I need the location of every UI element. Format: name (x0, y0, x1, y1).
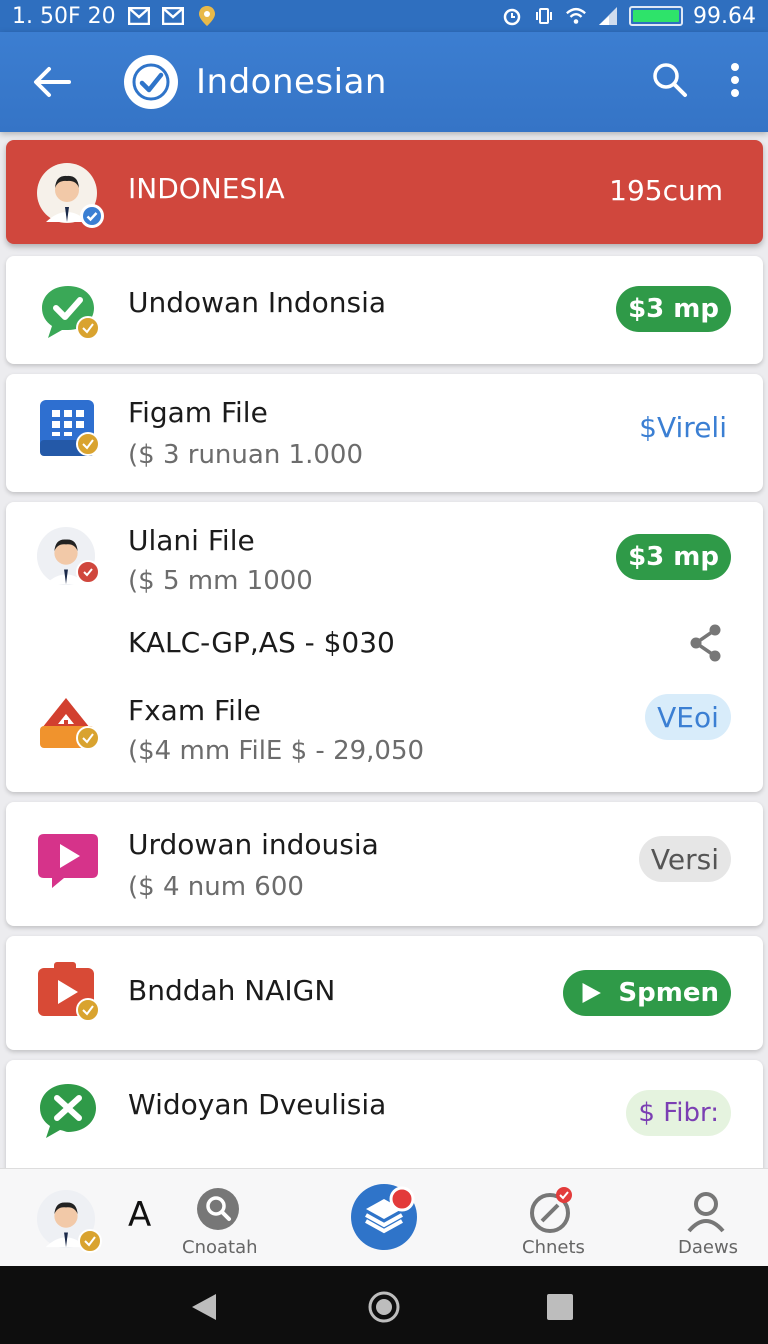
nav-label: Cnoatah (182, 1237, 258, 1258)
item-title: Figam File (128, 396, 268, 429)
play-button[interactable]: Spmen (563, 970, 731, 1016)
item-title: Widoyan Dveulisia (128, 1088, 387, 1121)
item-subtitle: ($4 mm FilE $ - 29,050 (128, 736, 425, 766)
version-badge[interactable]: VEoi (645, 694, 731, 740)
item-title: Urdowan indousia (128, 828, 379, 861)
list-item[interactable]: KALC-GP,AS - $030 (6, 612, 763, 682)
verified-icon (80, 204, 104, 228)
chat-check-icon (36, 280, 100, 344)
compass-icon (530, 1187, 572, 1233)
list-item[interactable]: Undowan Indonsia $3 mp (6, 256, 763, 364)
avatar (36, 526, 100, 586)
mail-icon (127, 7, 150, 25)
status-bar: 1. 50F 20 99.64 (0, 0, 768, 32)
list-group: Ulani File ($ 5 mm 1000 $3 mp KALC-GP,AS… (6, 502, 763, 792)
triangle-back-icon (192, 1294, 216, 1320)
nav-letter[interactable]: A (128, 1195, 151, 1235)
nav-label: Chnets (522, 1237, 585, 1258)
battery-level-fill (633, 10, 680, 22)
alarm-icon (501, 7, 523, 26)
item-subtitle: ($ 4 num 600 (128, 872, 304, 902)
list-item[interactable]: Widoyan Dveulisia $ Fibr: (6, 1060, 763, 1180)
check-badge-icon (78, 1229, 102, 1253)
item-title: KALC-GP,AS - $030 (128, 626, 395, 659)
item-title: Undowan Indonsia (128, 286, 387, 319)
home-nav-button[interactable] (368, 1291, 400, 1327)
play-button-label: Spmen (618, 978, 719, 1008)
chat-close-icon (36, 1080, 100, 1144)
square-recents-icon (547, 1294, 573, 1320)
app-logo (124, 55, 178, 109)
circle-home-icon (368, 1291, 400, 1323)
version-link[interactable]: $Vireli (639, 404, 727, 450)
search-icon (653, 63, 687, 97)
nav-label: Daews (678, 1237, 739, 1258)
arrow-left-icon (34, 67, 71, 97)
item-title: Ulani File (128, 524, 255, 557)
item-subtitle: ($ 3 runuan 1.000 (128, 440, 363, 470)
wifi-icon (565, 7, 587, 25)
check-icon (132, 63, 170, 101)
nav-explore-button[interactable] (528, 1187, 576, 1235)
nav-home-button[interactable] (350, 1183, 418, 1251)
list-item[interactable]: Fxam File ($4 mm FilE $ - 29,050 VEoi (6, 682, 763, 792)
item-subtitle: ($ 5 mm 1000 (128, 566, 313, 596)
nav-search-button[interactable] (196, 1187, 240, 1231)
price-badge[interactable]: $ Fibr: (626, 1090, 731, 1136)
recents-nav-button[interactable] (546, 1293, 574, 1325)
more-options-button[interactable] (730, 63, 740, 101)
list-item[interactable]: Urdowan indousia ($ 4 num 600 Versi (6, 802, 763, 926)
price-badge[interactable]: $3 mp (616, 286, 731, 332)
back-button[interactable] (24, 54, 80, 110)
play-app-icon (36, 960, 100, 1024)
mail-icon (161, 7, 184, 25)
status-time: 1. 50F 20 (12, 3, 116, 29)
list-item[interactable]: Ulani File ($ 5 mm 1000 $3 mp (6, 502, 763, 612)
search-button[interactable] (652, 62, 688, 102)
person-icon (687, 1192, 725, 1233)
check-badge-icon (76, 316, 100, 340)
share-button[interactable] (689, 624, 723, 666)
calendar-app-icon (36, 396, 100, 460)
location-pin-icon (196, 6, 218, 26)
country-banner[interactable]: INDONESIA 195cum (6, 140, 763, 244)
share-icon (690, 624, 721, 662)
avatar (36, 162, 104, 228)
video-app-icon (36, 828, 100, 892)
play-icon (582, 983, 601, 1003)
check-badge-icon (76, 726, 100, 750)
search-icon (197, 1188, 239, 1230)
list-item[interactable]: Bnddah NAIGN Spmen (6, 936, 763, 1050)
price-badge[interactable]: $3 mp (616, 534, 731, 580)
app-bar: Indonesian (0, 32, 768, 132)
check-badge-icon (76, 998, 100, 1022)
alert-badge-icon (76, 560, 100, 584)
battery-icon (629, 6, 684, 26)
signal-icon (597, 7, 619, 25)
banner-value: 195cum (609, 174, 723, 207)
list-item[interactable]: Figam File ($ 3 runuan 1.000 $Vireli (6, 374, 763, 492)
profile-avatar-button[interactable] (36, 1189, 102, 1253)
page-title: Indonesian (196, 62, 387, 102)
warning-app-icon (36, 690, 100, 754)
banner-title: INDONESIA (128, 172, 285, 205)
battery-level: 99.64 (693, 3, 756, 29)
nav-profile-button[interactable] (684, 1189, 728, 1233)
version-badge[interactable]: Versi (638, 836, 731, 882)
back-nav-button[interactable] (190, 1292, 218, 1326)
bottom-navigation: A Cnoatah Chnets Daews (0, 1168, 768, 1266)
stack-icon (351, 1184, 417, 1250)
check-badge-icon (76, 432, 100, 456)
item-title: Fxam File (128, 694, 261, 727)
vibrate-icon (533, 7, 555, 25)
item-title: Bnddah NAIGN (128, 974, 336, 1007)
system-navigation-bar (0, 1266, 768, 1344)
more-vertical-icon (731, 63, 739, 97)
